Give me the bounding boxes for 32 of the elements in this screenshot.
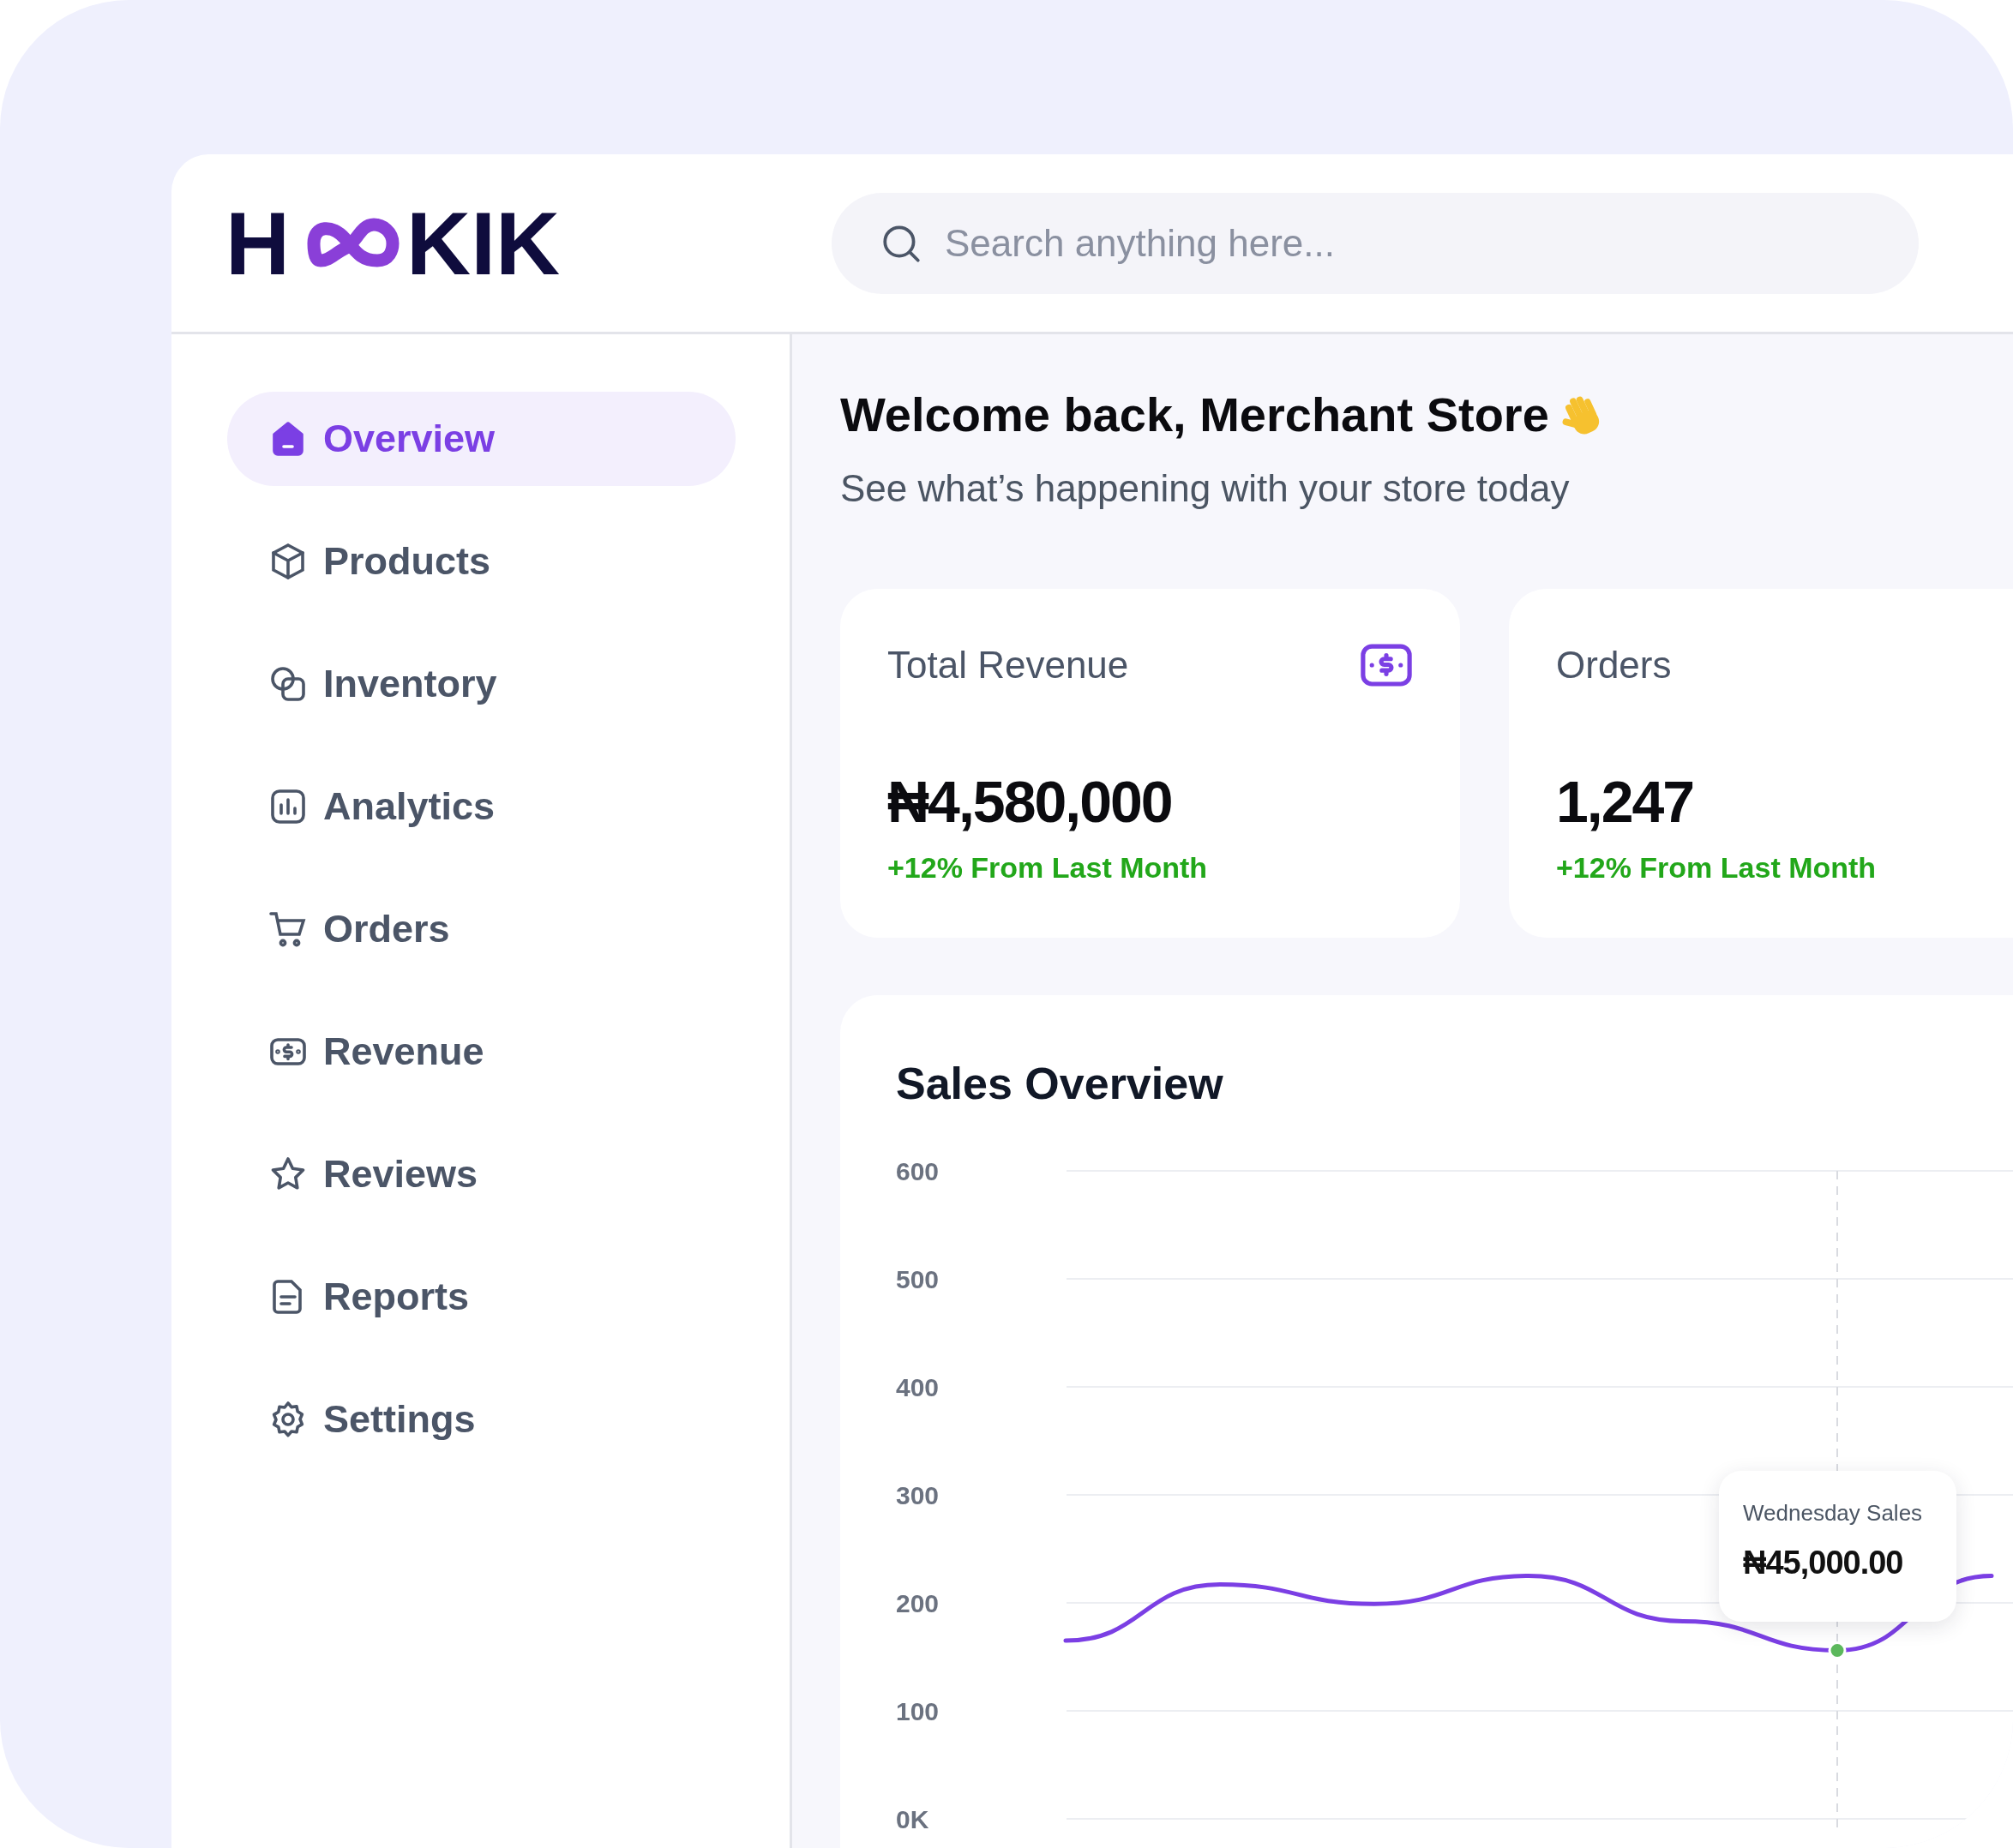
sidebar-item[interactable]: Orders <box>227 882 736 976</box>
dollar-bill-icon <box>1360 643 1413 688</box>
sidebar-item[interactable]: Settings <box>227 1372 736 1467</box>
sidebar-item[interactable]: Reports <box>227 1250 736 1344</box>
welcome-subtitle: See what’s happening with your store today <box>840 466 1571 512</box>
stat-title: Orders <box>1556 643 1672 688</box>
data-point-marker <box>1828 1641 1847 1659</box>
axis-label: 200 <box>896 1588 940 1617</box>
sidebar-item[interactable]: Analytics <box>227 759 736 854</box>
welcome-heading: Welcome back, Merchant Store <box>840 387 1549 443</box>
axis-label: 500 <box>896 1264 940 1293</box>
sidebar-item[interactable]: Revenue <box>227 1005 736 1099</box>
sidebar-item[interactable]: Overview <box>227 392 736 486</box>
axis-label: 300 <box>896 1480 940 1509</box>
logo: H KIK <box>225 198 561 288</box>
search-field[interactable]: Search anything here... <box>943 213 1919 273</box>
tooltip-value: ₦45,000.00 <box>1743 1544 1904 1582</box>
stat-value: ₦4,580,000 <box>887 770 1173 835</box>
stat-change: +12% From Last Month <box>1556 850 1878 886</box>
sidebar-item[interactable]: Reviews <box>227 1127 736 1221</box>
axis-label: 400 <box>896 1372 940 1401</box>
axis-label: 600 <box>896 1156 940 1185</box>
axis-label: 0K <box>896 1804 929 1833</box>
chart-title: Sales Overview <box>896 1058 1224 1111</box>
stat-title: Total Revenue <box>887 643 1129 688</box>
stat-change: +12% From Last Month <box>887 850 1209 886</box>
axis-label: 100 <box>896 1696 940 1725</box>
search-bar[interactable]: Search anything here... <box>832 192 1919 294</box>
sidebar-item[interactable]: Inventory <box>227 637 736 731</box>
stat-value: 1,247 <box>1556 770 1695 835</box>
tooltip-title: Wednesday Sales <box>1743 1499 1924 1527</box>
sidebar-item[interactable]: Products <box>227 514 736 609</box>
